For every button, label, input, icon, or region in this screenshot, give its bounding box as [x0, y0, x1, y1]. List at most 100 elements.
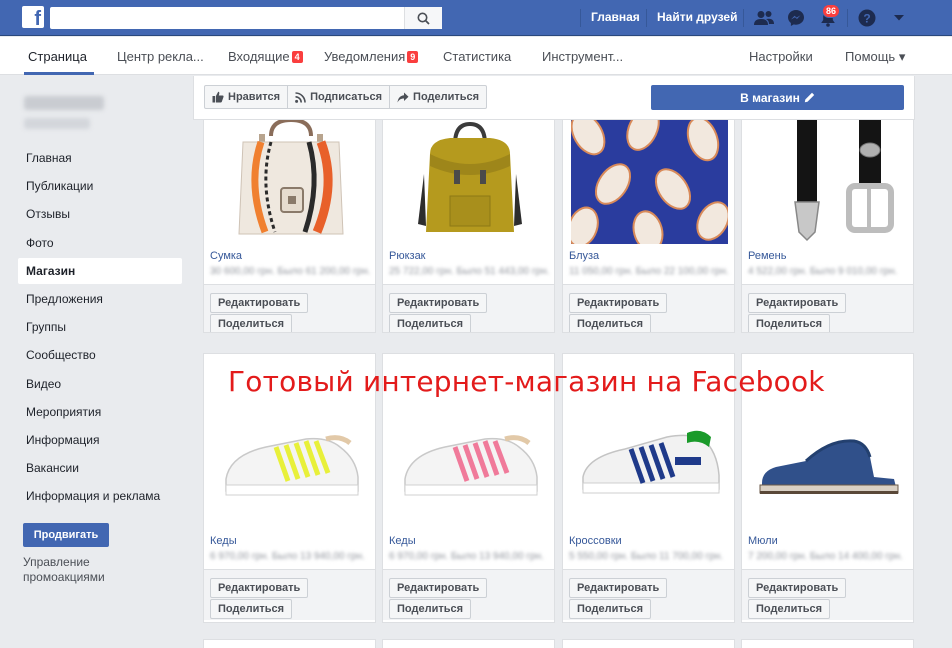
share-product-button[interactable]: Поделиться	[389, 599, 472, 619]
share-product-button[interactable]: Поделиться	[389, 314, 472, 332]
edit-product-button[interactable]: Редактировать	[569, 293, 668, 313]
product-price-blurred: 4 522,00 грн. Было 9 010,00 грн.	[748, 266, 898, 276]
sidebar-item[interactable]: Мероприятия	[18, 399, 182, 425]
product-actions: Редактировать Поделиться	[383, 569, 554, 620]
sidebar-item[interactable]: Фото	[18, 230, 182, 256]
edit-product-button[interactable]: Редактировать	[748, 293, 847, 313]
account-menu-caret-icon[interactable]	[889, 8, 909, 28]
sidebar-item[interactable]: Главная	[18, 145, 182, 171]
follow-label: Подписаться	[310, 91, 383, 103]
top-navbar: f Главная Найти друзей 86 ?	[0, 0, 952, 36]
edit-product-button[interactable]: Редактировать	[389, 578, 488, 598]
shop-now-button[interactable]: В магазин	[651, 85, 904, 110]
active-tab-indicator	[24, 72, 94, 75]
sidebar-item[interactable]: Отзывы	[18, 201, 182, 227]
edit-product-button[interactable]: Редактировать	[748, 578, 847, 598]
tab-settings[interactable]: Настройки	[749, 49, 813, 64]
product-price-blurred: 11 050,00 грн. Было 22 100,00 грн.	[569, 266, 729, 276]
pencil-edit-icon[interactable]	[804, 92, 815, 103]
home-link[interactable]: Главная	[591, 10, 640, 24]
page-action-bar: Нравится Подписаться Поделиться ··· В ма…	[193, 76, 915, 120]
product-actions: Редактировать Поделиться	[563, 284, 734, 332]
sidebar-item[interactable]: Видео	[18, 371, 182, 397]
follow-button[interactable]: Подписаться	[288, 86, 391, 108]
tab-label: Центр рекла...	[117, 49, 204, 64]
product-price-blurred: 6 970,00 грн. Было 13 940,00 грн.	[210, 551, 365, 561]
tab-inbox[interactable]: Входящие 4	[228, 49, 303, 64]
product-card-partial[interactable]	[741, 639, 914, 648]
svg-text:?: ?	[863, 12, 870, 26]
help-icon[interactable]: ?	[857, 8, 877, 28]
product-name[interactable]: Сумка	[210, 250, 242, 262]
product-card[interactable]: Ремень 4 522,00 грн. Было 9 010,00 грн. …	[741, 108, 914, 333]
edit-product-button[interactable]: Редактировать	[210, 578, 309, 598]
share-product-button[interactable]: Поделиться	[210, 599, 293, 619]
sidebar-item[interactable]: Сообщество	[18, 342, 182, 368]
thumbs-up-icon	[212, 91, 224, 103]
product-actions: Редактировать Поделиться	[204, 569, 375, 620]
nav-divider	[743, 9, 744, 27]
product-actions: Редактировать Поделиться	[742, 284, 913, 332]
search-button[interactable]	[404, 7, 442, 29]
product-image-belt[interactable]	[742, 109, 913, 249]
promote-button[interactable]: Продвигать	[23, 523, 109, 547]
search-icon	[417, 12, 430, 25]
tab-label: Страница	[28, 49, 87, 64]
product-price-blurred: 5 550,00 грн. Было 11 700,00 грн.	[569, 551, 724, 561]
tab-notifications[interactable]: Уведомления 9	[324, 49, 419, 64]
nav-divider	[580, 9, 581, 27]
product-name[interactable]: Кроссовки	[569, 535, 622, 547]
product-card[interactable]: Блуза 11 050,00 грн. Было 22 100,00 грн.…	[562, 108, 735, 333]
facebook-logo-icon[interactable]: f	[22, 6, 44, 28]
sidebar-item[interactable]: Публикации	[18, 173, 182, 199]
tab-help[interactable]: Помощь ▾	[845, 49, 905, 65]
product-card-partial[interactable]	[203, 639, 376, 648]
notifications-tab-badge: 9	[407, 51, 419, 63]
product-card-partial[interactable]	[562, 639, 735, 648]
tab-page[interactable]: Страница	[28, 49, 87, 64]
edit-product-button[interactable]: Редактировать	[210, 293, 309, 313]
product-price-blurred: 6 970,00 грн. Было 13 940,00 грн.	[389, 551, 544, 561]
share-product-button[interactable]: Поделиться	[210, 314, 293, 332]
edit-product-button[interactable]: Редактировать	[569, 578, 668, 598]
product-image-bag[interactable]	[204, 109, 375, 249]
promo-management-link[interactable]: Управление промоакциями	[23, 555, 133, 585]
sidebar-item[interactable]: Магазин	[18, 258, 182, 284]
edit-product-button[interactable]: Редактировать	[389, 293, 488, 313]
product-image-backpack[interactable]	[383, 109, 554, 249]
page-handle-blurred[interactable]	[24, 118, 90, 129]
search-input[interactable]	[50, 7, 442, 29]
find-friends-link[interactable]: Найти друзей	[657, 10, 737, 24]
product-card[interactable]: Рюкзак 25 722,00 грн. Было 51 443,00 грн…	[382, 108, 555, 333]
sidebar-item[interactable]: Информация	[18, 427, 182, 453]
share-product-button[interactable]: Поделиться	[569, 599, 652, 619]
sidebar-item[interactable]: Информация и реклама	[18, 483, 182, 509]
friend-requests-icon[interactable]	[754, 8, 774, 28]
product-name[interactable]: Рюкзак	[389, 250, 426, 262]
product-card-partial[interactable]	[382, 639, 555, 648]
product-name[interactable]: Блуза	[569, 250, 599, 262]
product-name[interactable]: Ремень	[748, 250, 786, 262]
like-label: Нравится	[228, 91, 281, 103]
product-card[interactable]: Сумка 30 600,00 грн. Было 61 200,00 грн.…	[203, 108, 376, 333]
page-name-blurred[interactable]	[24, 96, 104, 110]
share-product-button[interactable]: Поделиться	[569, 314, 652, 332]
sidebar-item[interactable]: Предложения	[18, 286, 182, 312]
share-product-button[interactable]: Поделиться	[748, 599, 831, 619]
tab-ad-center[interactable]: Центр рекла...	[117, 49, 204, 64]
product-name[interactable]: Кеды	[389, 535, 416, 547]
tab-label: Входящие	[228, 49, 290, 64]
product-name[interactable]: Мюли	[748, 535, 778, 547]
rss-follow-icon	[295, 91, 306, 103]
sidebar-item[interactable]: Группы	[18, 314, 182, 340]
like-button[interactable]: Нравится	[205, 86, 289, 108]
share-arrow-icon	[397, 92, 409, 102]
product-image-blouse[interactable]	[563, 109, 734, 244]
tab-insights[interactable]: Статистика	[443, 49, 511, 64]
share-product-button[interactable]: Поделиться	[748, 314, 831, 332]
share-page-button[interactable]: Поделиться	[390, 86, 486, 108]
messenger-icon[interactable]	[786, 8, 806, 28]
product-name[interactable]: Кеды	[210, 535, 237, 547]
tab-publishing-tools[interactable]: Инструмент...	[542, 49, 623, 64]
sidebar-item[interactable]: Вакансии	[18, 455, 182, 481]
